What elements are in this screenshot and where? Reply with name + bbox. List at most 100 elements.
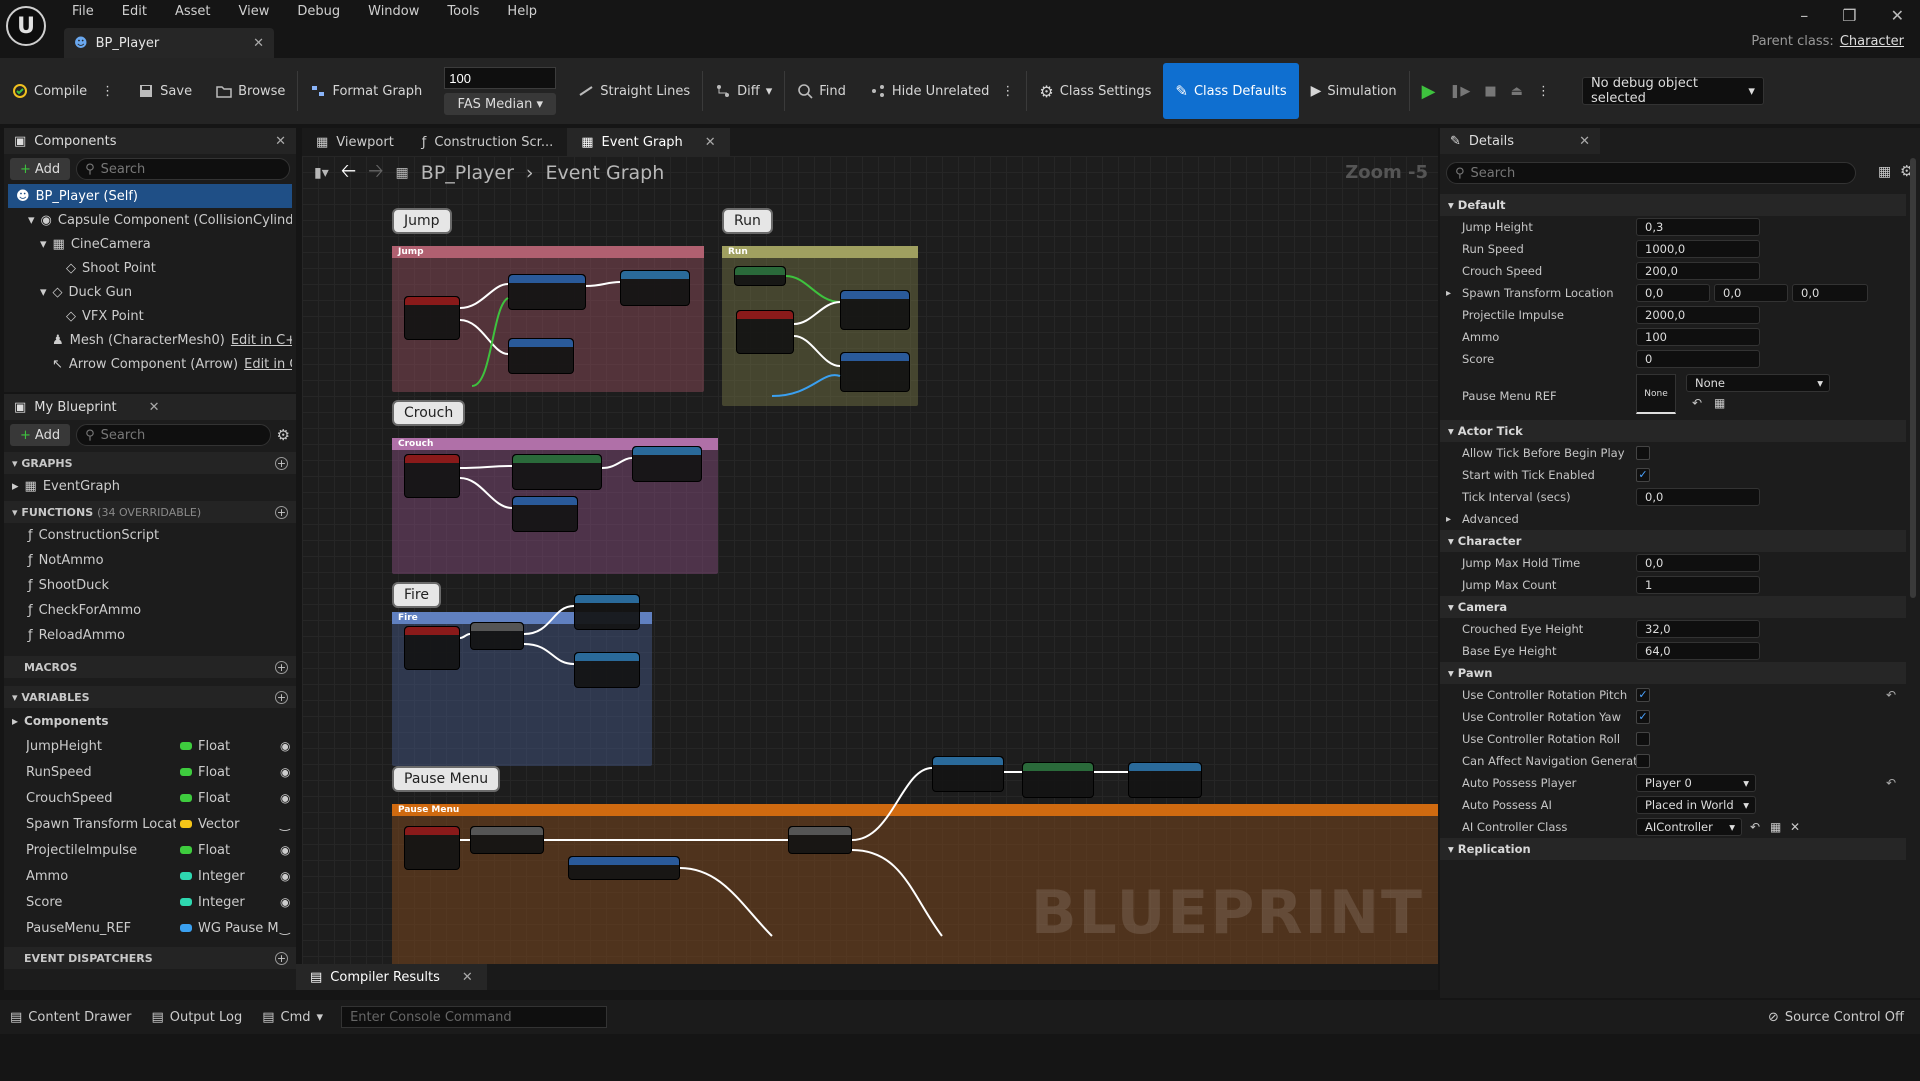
- close-panel-icon[interactable]: ✕: [275, 134, 286, 149]
- gear-icon[interactable]: ⚙: [277, 426, 290, 444]
- rotation-pitch-checkbox[interactable]: ✓: [1636, 688, 1650, 702]
- more-options-icon[interactable]: ⋮: [1001, 84, 1014, 99]
- jump-height-field[interactable]: 0,3: [1636, 218, 1760, 236]
- component-row[interactable]: ▾ ◇ Duck Gun: [8, 280, 292, 304]
- function-item[interactable]: ƒ CheckForAmmo: [4, 598, 296, 623]
- tick-interval-field[interactable]: 0,0: [1636, 488, 1760, 506]
- ai-controller-class-dropdown[interactable]: AIController ▾: [1636, 818, 1742, 836]
- variable-row[interactable]: RunSpeed Float ◉: [4, 759, 296, 785]
- step-icon[interactable]: ❚▶: [1449, 84, 1470, 99]
- edit-in-cpp-link[interactable]: Edit in C: [244, 357, 292, 372]
- hide-unrelated-button[interactable]: Hide Unrelated ⋮: [858, 63, 1027, 119]
- event-graph-canvas[interactable]: ▮▾ 🡠 🡢 ▦ BP_Player › Event Graph Zoom -5…: [302, 156, 1438, 964]
- add-variable-icon[interactable]: +: [275, 690, 288, 704]
- section-default[interactable]: ▾ Default: [1440, 194, 1906, 216]
- format-graph-button[interactable]: Format Graph: [298, 63, 434, 119]
- function-item[interactable]: ƒ ShootDuck: [4, 573, 296, 598]
- browse-folder-icon[interactable]: ▦: [1714, 396, 1725, 410]
- eye-icon[interactable]: ◉: [280, 765, 290, 779]
- variable-row[interactable]: CrouchSpeed Float ◉: [4, 785, 296, 811]
- variable-group-components[interactable]: ▸ Components: [4, 708, 296, 733]
- functions-section[interactable]: ▾ FUNCTIONS (34 OVERRIDABLE) +: [4, 501, 296, 523]
- can-affect-navigation-checkbox[interactable]: [1636, 754, 1650, 768]
- run-speed-field[interactable]: 1000,0: [1636, 240, 1760, 258]
- section-character[interactable]: ▾ Character: [1440, 530, 1906, 552]
- details-search-input[interactable]: ⚲ Search: [1446, 162, 1856, 184]
- variable-row[interactable]: Spawn Transform Locati Vector ‿: [4, 811, 296, 837]
- eye-closed-icon[interactable]: ‿: [280, 817, 290, 831]
- crouched-eye-field[interactable]: 32,0: [1636, 620, 1760, 638]
- browse-button[interactable]: Browse: [204, 63, 297, 119]
- find-button[interactable]: Find: [785, 63, 858, 119]
- macros-section[interactable]: MACROS +: [4, 656, 296, 678]
- tab-viewport[interactable]: ▦ Viewport: [302, 128, 408, 156]
- reset-to-default-icon[interactable]: ↶: [1886, 776, 1896, 790]
- menu-edit[interactable]: Edit: [108, 2, 161, 22]
- zoom-input[interactable]: [444, 67, 557, 89]
- component-row[interactable]: ☻ BP_Player (Self): [8, 184, 292, 208]
- close-panel-icon[interactable]: ✕: [1579, 134, 1590, 149]
- reset-to-default-icon[interactable]: ↶: [1886, 688, 1896, 702]
- add-component-button[interactable]: + Add: [10, 158, 71, 180]
- section-pawn[interactable]: ▾ Pawn: [1440, 662, 1906, 684]
- score-field[interactable]: 0: [1636, 350, 1760, 368]
- menu-tools[interactable]: Tools: [433, 2, 493, 22]
- edit-in-cpp-link[interactable]: Edit in C+: [231, 333, 292, 348]
- save-button[interactable]: Save: [126, 63, 204, 119]
- auto-possess-player-dropdown[interactable]: Player 0 ▾: [1636, 774, 1756, 792]
- component-row[interactable]: ◇ VFX Point: [8, 304, 292, 328]
- stop-icon[interactable]: ■: [1484, 84, 1496, 99]
- class-settings-button[interactable]: ⚙ Class Settings: [1027, 63, 1163, 119]
- section-advanced[interactable]: ▸ Advanced: [1440, 508, 1910, 530]
- spawn-z-field[interactable]: 0,0: [1792, 284, 1868, 302]
- spawn-x-field[interactable]: 0,0: [1636, 284, 1710, 302]
- section-actor-tick[interactable]: ▾ Actor Tick: [1440, 420, 1906, 442]
- output-log-button[interactable]: ▤ Output Log: [141, 1010, 252, 1025]
- components-search-input[interactable]: ⚲ Search: [76, 158, 290, 180]
- component-row[interactable]: ▾ ◉ Capsule Component (CollisionCylinde: [8, 208, 292, 232]
- compile-button[interactable]: Compile ⋮: [0, 63, 126, 119]
- eye-icon[interactable]: ◉: [280, 843, 290, 857]
- menu-view[interactable]: View: [225, 2, 284, 22]
- add-function-icon[interactable]: +: [275, 505, 288, 519]
- my-blueprint-search-input[interactable]: ⚲ Search: [76, 424, 271, 446]
- function-item[interactable]: ƒ ConstructionScript: [4, 523, 296, 548]
- start-tick-checkbox[interactable]: ✓: [1636, 468, 1650, 482]
- eye-icon[interactable]: ◉: [280, 895, 290, 909]
- allow-tick-checkbox[interactable]: [1636, 446, 1650, 460]
- jump-max-hold-field[interactable]: 0,0: [1636, 554, 1760, 572]
- straight-lines-button[interactable]: Straight Lines: [566, 63, 702, 119]
- eye-closed-icon[interactable]: ‿: [280, 921, 290, 935]
- menu-window[interactable]: Window: [354, 2, 433, 22]
- menu-help[interactable]: Help: [493, 2, 551, 22]
- function-item[interactable]: ƒ NotAmmo: [4, 548, 296, 573]
- projectile-impulse-field[interactable]: 2000,0: [1636, 306, 1760, 324]
- tab-construction-script[interactable]: ƒ Construction Scr...: [408, 128, 567, 156]
- variables-section[interactable]: ▾ VARIABLES +: [4, 686, 296, 708]
- jump-max-count-field[interactable]: 1: [1636, 576, 1760, 594]
- section-camera[interactable]: ▾ Camera: [1440, 596, 1906, 618]
- event-dispatchers-section[interactable]: EVENT DISPATCHERS +: [4, 947, 296, 969]
- variable-row[interactable]: ProjectileImpulse Float ◉: [4, 837, 296, 863]
- browse-folder-icon[interactable]: ▦: [1770, 820, 1781, 834]
- spawn-y-field[interactable]: 0,0: [1714, 284, 1788, 302]
- cmd-dropdown[interactable]: ▤ Cmd ▾: [252, 1010, 333, 1025]
- clear-icon[interactable]: ✕: [1790, 820, 1800, 834]
- graph-item-eventgraph[interactable]: ▸ ▦ EventGraph: [4, 474, 296, 499]
- add-member-button[interactable]: + Add: [10, 424, 71, 446]
- eye-icon[interactable]: ◉: [280, 791, 290, 805]
- add-macro-icon[interactable]: +: [275, 660, 288, 674]
- more-options-icon[interactable]: ⋮: [101, 84, 114, 99]
- close-window-icon[interactable]: ✕: [1891, 6, 1904, 25]
- play-icon[interactable]: ▶: [1422, 81, 1436, 102]
- graphs-section[interactable]: ▾ GRAPHS +: [4, 452, 296, 474]
- close-tab-icon[interactable]: ✕: [253, 36, 264, 51]
- variable-row[interactable]: JumpHeight Float ◉: [4, 733, 296, 759]
- menu-debug[interactable]: Debug: [283, 2, 354, 22]
- menu-asset[interactable]: Asset: [161, 2, 225, 22]
- minimize-icon[interactable]: –: [1800, 6, 1808, 25]
- eye-icon[interactable]: ◉: [280, 869, 290, 883]
- crouch-speed-field[interactable]: 200,0: [1636, 262, 1760, 280]
- ammo-field[interactable]: 100: [1636, 328, 1760, 346]
- asset-thumbnail[interactable]: None: [1636, 374, 1676, 414]
